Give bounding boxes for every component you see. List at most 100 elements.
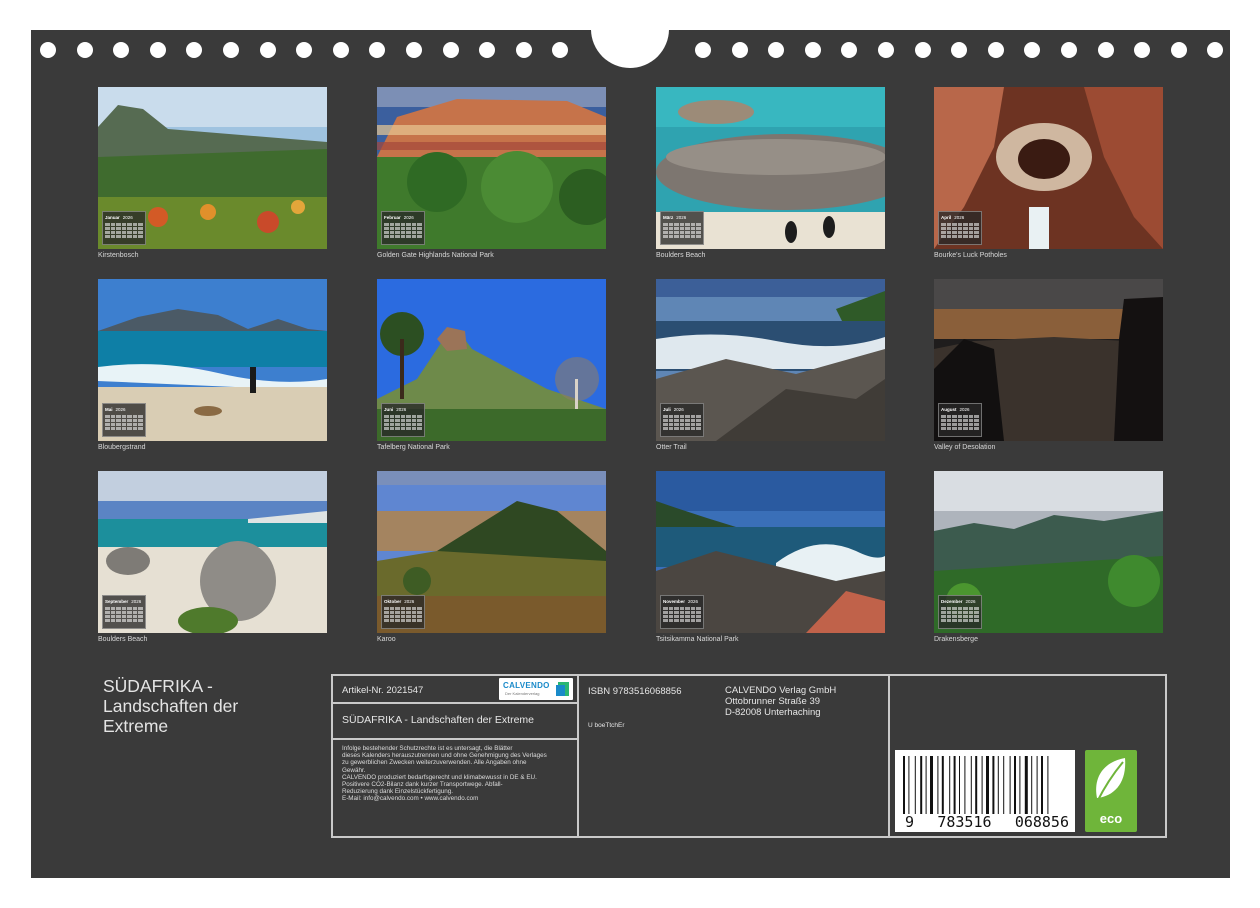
mini-calendar-day	[941, 427, 946, 430]
month-tile: März 2026 Boulders Beach	[656, 87, 885, 259]
mini-calendar-day	[696, 607, 701, 610]
mini-calendar-day	[105, 427, 110, 430]
mini-calendar-day	[138, 607, 143, 610]
photo-caption: Tafelberg National Park	[377, 444, 450, 451]
mini-calendar-year: 2026	[115, 407, 126, 412]
mini-calendar-day	[963, 619, 968, 622]
mini-calendar-year: 2026	[676, 215, 687, 220]
mini-calendar-day	[952, 427, 957, 430]
mini-calendar-year: 2026	[396, 407, 407, 412]
mini-calendar-day	[663, 423, 668, 426]
landscape-photo: März 2026	[656, 87, 885, 249]
mini-calendar-day	[941, 615, 946, 618]
mini-calendar-year: 2026	[131, 599, 142, 604]
month-tile: Januar 2026 Kirstenbosch	[98, 87, 327, 259]
mini-calendar-year: 2026	[404, 599, 415, 604]
mini-calendar-day	[957, 615, 963, 618]
mini-calendar-day	[952, 235, 957, 238]
mini-month-calendar: März 2026	[660, 211, 704, 245]
mini-calendar-day	[384, 235, 389, 238]
mini-calendar-day	[968, 231, 974, 234]
mini-calendar-day	[417, 619, 422, 622]
photo-caption: Tsitsikamma National Park	[656, 636, 739, 643]
binding-hole	[1134, 42, 1151, 58]
month-tile: Juni 2026 Tafelberg National Park	[377, 279, 606, 451]
mini-calendar-day	[132, 231, 138, 234]
mini-calendar-day	[696, 415, 701, 418]
mini-calendar-day	[696, 227, 701, 230]
mini-calendar-day	[957, 423, 963, 426]
mini-calendar-day	[663, 619, 668, 622]
mini-calendar-day	[957, 235, 963, 238]
mini-calendar-day	[952, 419, 957, 422]
mini-calendar-day	[395, 427, 400, 430]
mini-month-calendar: April 2026	[938, 211, 982, 245]
mini-calendar-day	[110, 615, 116, 618]
mini-calendar-day	[674, 223, 679, 226]
mini-calendar-day	[957, 619, 963, 622]
mini-calendar-day	[679, 619, 685, 622]
mini-calendar-day	[105, 423, 110, 426]
mini-month-calendar: Februar 2026	[381, 211, 425, 245]
mini-calendar-day	[121, 419, 127, 422]
month-tile: Oktober 2026 Karoo	[377, 471, 606, 643]
photo-caption: Valley of Desolation	[934, 444, 996, 451]
mini-calendar-day	[674, 235, 679, 238]
mini-calendar-day	[663, 227, 668, 230]
mini-calendar-day	[685, 419, 690, 422]
mini-calendar-day	[127, 223, 132, 226]
mini-calendar-year: 2026	[673, 407, 684, 412]
mini-calendar-day	[696, 619, 701, 622]
mini-calendar-day	[679, 235, 685, 238]
mini-calendar-day	[384, 619, 389, 622]
mini-calendar-month: Dezember	[941, 599, 963, 604]
mini-calendar-day	[110, 619, 116, 622]
mini-calendar-day	[132, 427, 138, 430]
mini-calendar-day	[952, 231, 957, 234]
mini-calendar-day	[963, 607, 968, 610]
binding-hole	[223, 42, 239, 58]
mini-calendar-day	[400, 235, 406, 238]
mini-calendar-day	[668, 427, 674, 430]
mini-calendar-day	[674, 615, 679, 618]
landscape-photo: Juni 2026	[377, 279, 606, 441]
mini-calendar-day	[663, 235, 668, 238]
mini-calendar-day	[685, 415, 690, 418]
mini-calendar-month: März	[663, 215, 674, 220]
mini-month-calendar: Juni 2026	[381, 403, 425, 437]
mini-calendar-heading: August 2026	[941, 406, 979, 413]
mini-calendar-day	[110, 427, 116, 430]
mini-calendar-month: Februar	[384, 215, 401, 220]
mini-calendar-day	[400, 231, 406, 234]
mini-calendar-day	[395, 423, 400, 426]
mini-calendar-day	[696, 611, 701, 614]
mini-calendar-day	[941, 607, 946, 610]
isbn-barcode: 9 783516 068856	[895, 750, 1075, 832]
mini-calendar-day	[668, 415, 674, 418]
mini-calendar-day	[406, 615, 411, 618]
month-tile: Dezember 2026 Drakensberge	[934, 471, 1163, 643]
mini-calendar-day	[138, 227, 143, 230]
mini-calendar-day	[138, 235, 143, 238]
landscape-photo: November 2026	[656, 471, 885, 633]
mini-calendar-day	[674, 607, 679, 610]
mini-calendar-day	[946, 419, 952, 422]
mini-calendar-day	[132, 607, 138, 610]
hanger-cutout	[591, 30, 669, 68]
mini-calendar-day	[690, 615, 696, 618]
mini-calendar-day	[417, 427, 422, 430]
mini-calendar-day	[957, 419, 963, 422]
mini-calendar-day	[389, 231, 395, 234]
mini-calendar-days	[105, 223, 143, 238]
mini-calendar-day	[105, 223, 110, 226]
mini-calendar-day	[685, 423, 690, 426]
mini-calendar-day	[952, 227, 957, 230]
mini-calendar-heading: März 2026	[663, 214, 701, 221]
mini-calendar-day	[696, 419, 701, 422]
mini-calendar-day	[690, 235, 696, 238]
photo-caption: Boulders Beach	[98, 636, 148, 643]
mini-month-calendar: Dezember 2026	[938, 595, 982, 629]
mini-calendar-day	[974, 615, 979, 618]
mini-calendar-day	[389, 419, 395, 422]
mini-calendar-day	[968, 423, 974, 426]
